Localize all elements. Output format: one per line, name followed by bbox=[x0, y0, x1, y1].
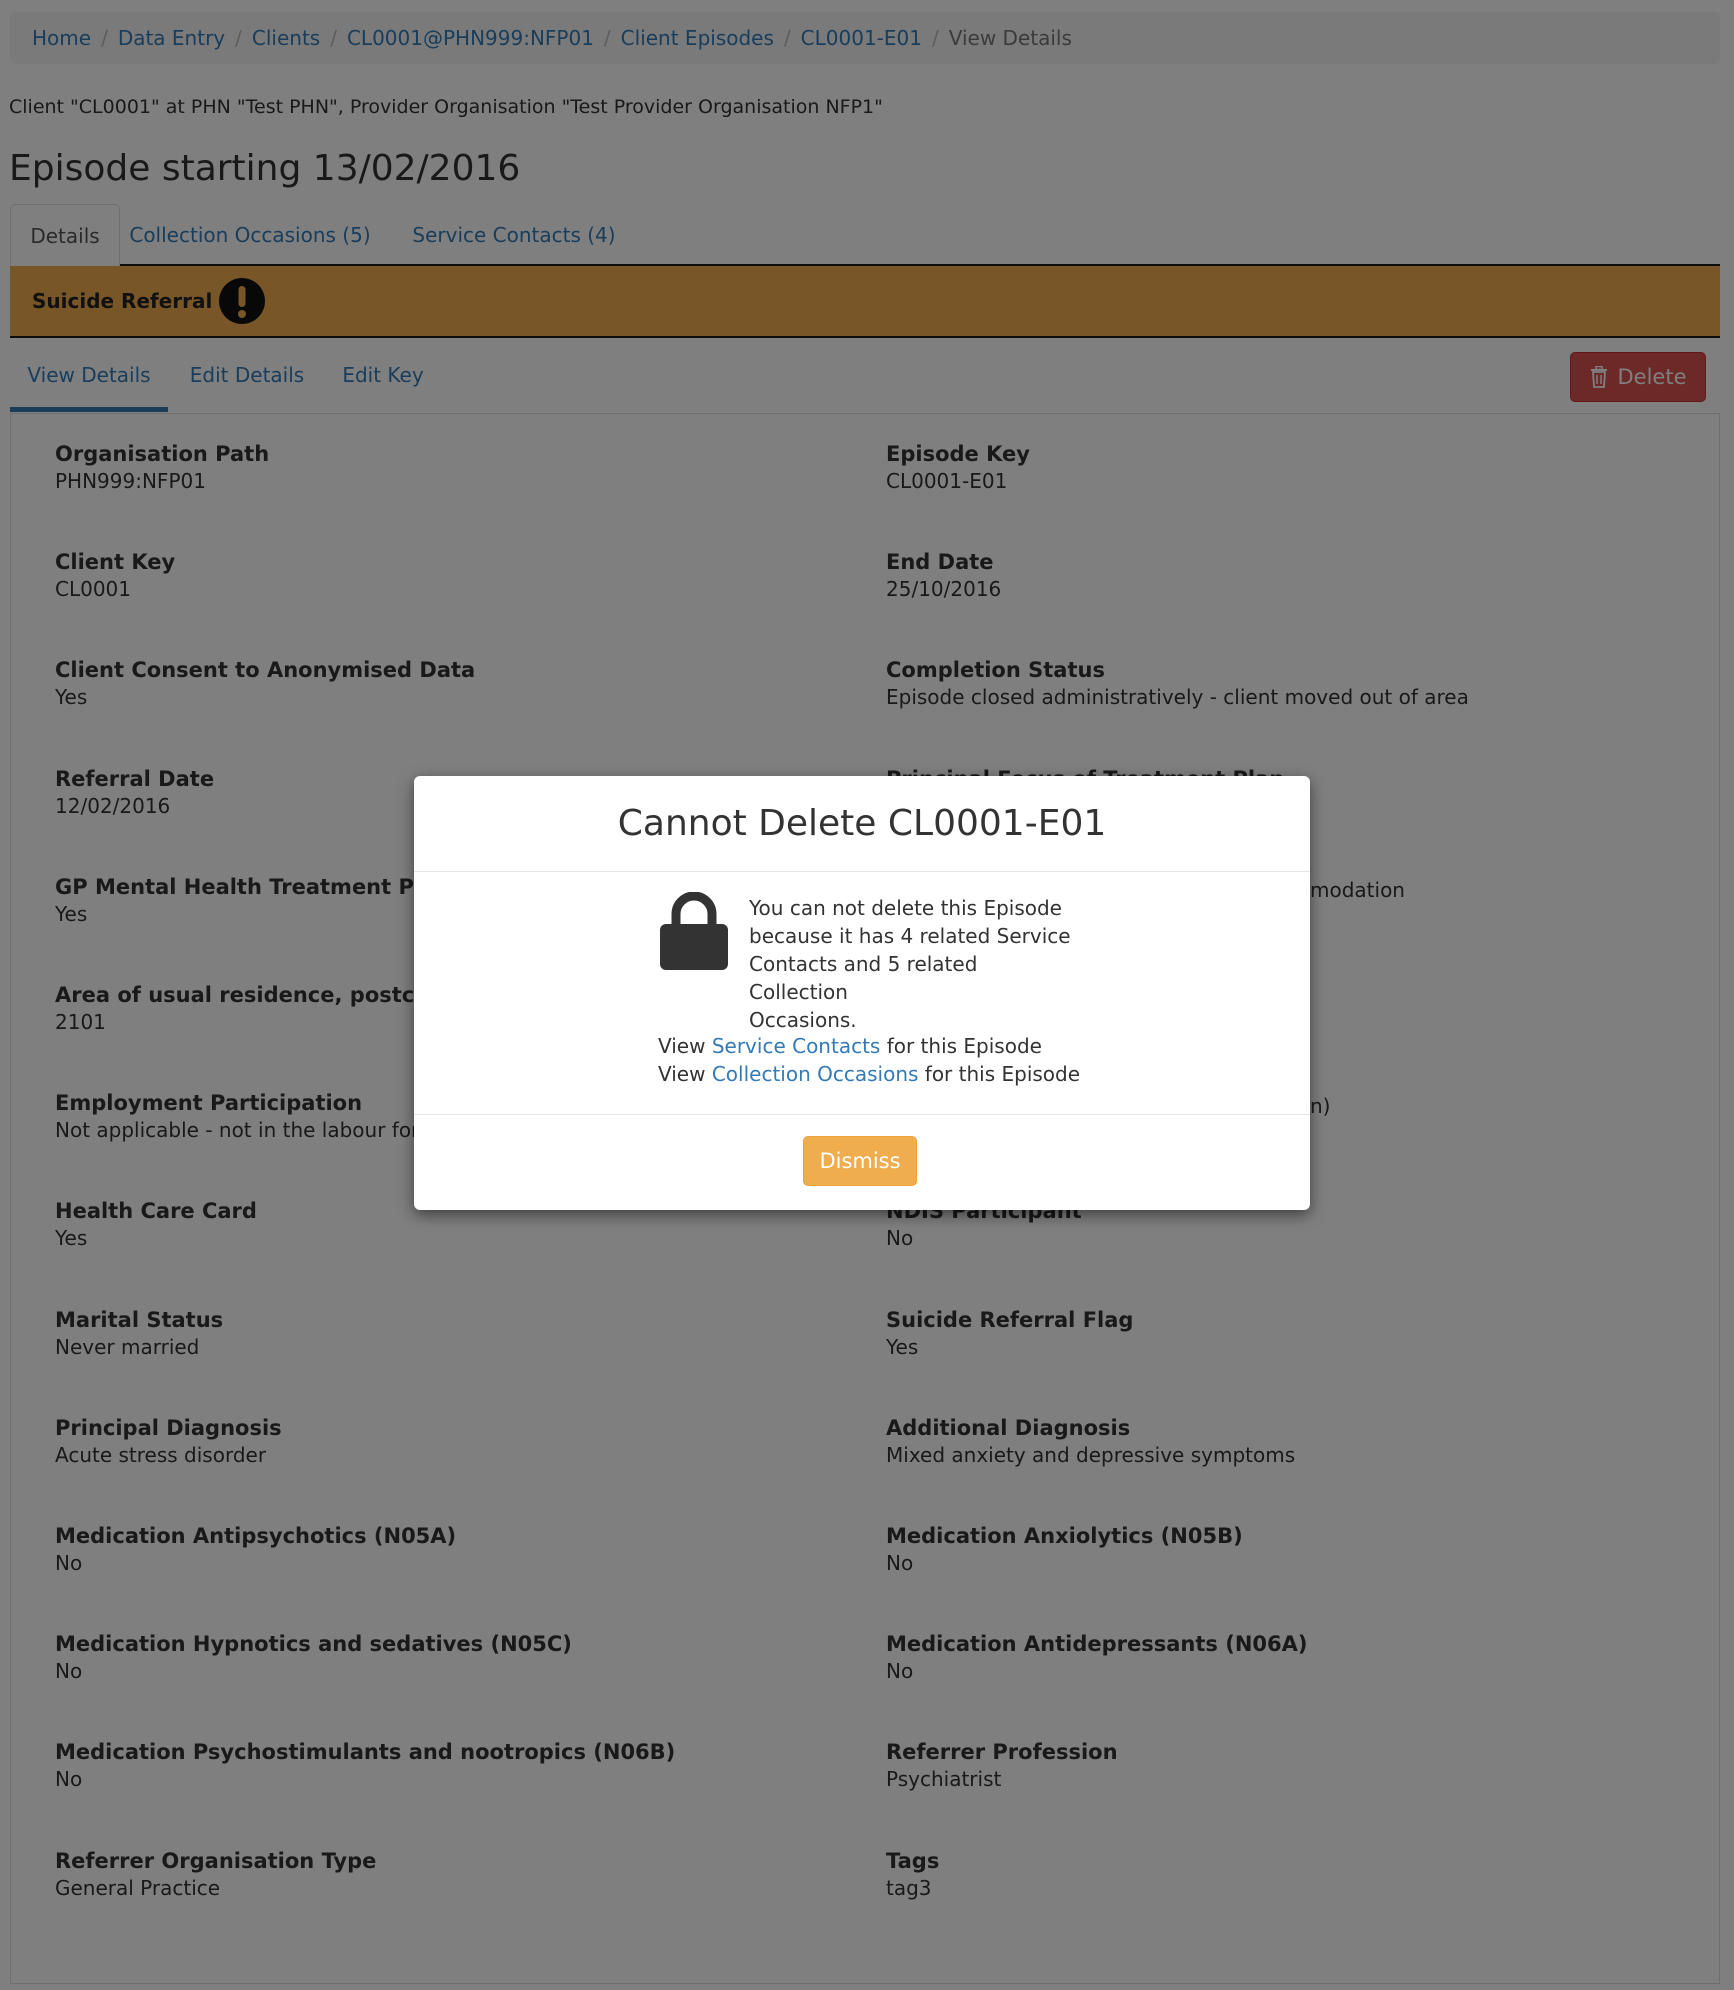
dialog-title: Cannot Delete CL0001-E01 bbox=[617, 803, 1107, 844]
link-suffix: for this Episode bbox=[918, 1062, 1081, 1086]
dialog-header: Cannot Delete CL0001-E01 bbox=[414, 776, 1310, 872]
dialog-message-line: You can not delete this Episode bbox=[749, 896, 1062, 920]
link-prefix: View bbox=[658, 1062, 712, 1086]
dismiss-button[interactable]: Dismiss bbox=[803, 1136, 917, 1186]
page: Home / Data Entry / Clients / CL0001@PHN… bbox=[0, 0, 1734, 1990]
view-service-contacts-line: View Service Contacts for this Episode bbox=[658, 1034, 1042, 1058]
dialog-message: You can not delete this Episode because … bbox=[749, 894, 1079, 1034]
dialog-message-line: Occasions. bbox=[749, 1008, 857, 1032]
service-contacts-link[interactable]: Service Contacts bbox=[712, 1034, 881, 1058]
dialog-message-line: because it has 4 related Service bbox=[749, 924, 1071, 948]
lock-icon bbox=[660, 892, 728, 970]
cannot-delete-dialog: Cannot Delete CL0001-E01 You can not del… bbox=[414, 776, 1310, 1210]
collection-occasions-link[interactable]: Collection Occasions bbox=[712, 1062, 919, 1086]
dialog-message-line: Contacts and 5 related Collection bbox=[749, 952, 978, 1004]
link-suffix: for this Episode bbox=[880, 1034, 1042, 1058]
view-collection-occasions-line: View Collection Occasions for this Episo… bbox=[658, 1062, 1080, 1086]
dialog-footer-divider bbox=[414, 1114, 1310, 1115]
link-prefix: View bbox=[658, 1034, 712, 1058]
